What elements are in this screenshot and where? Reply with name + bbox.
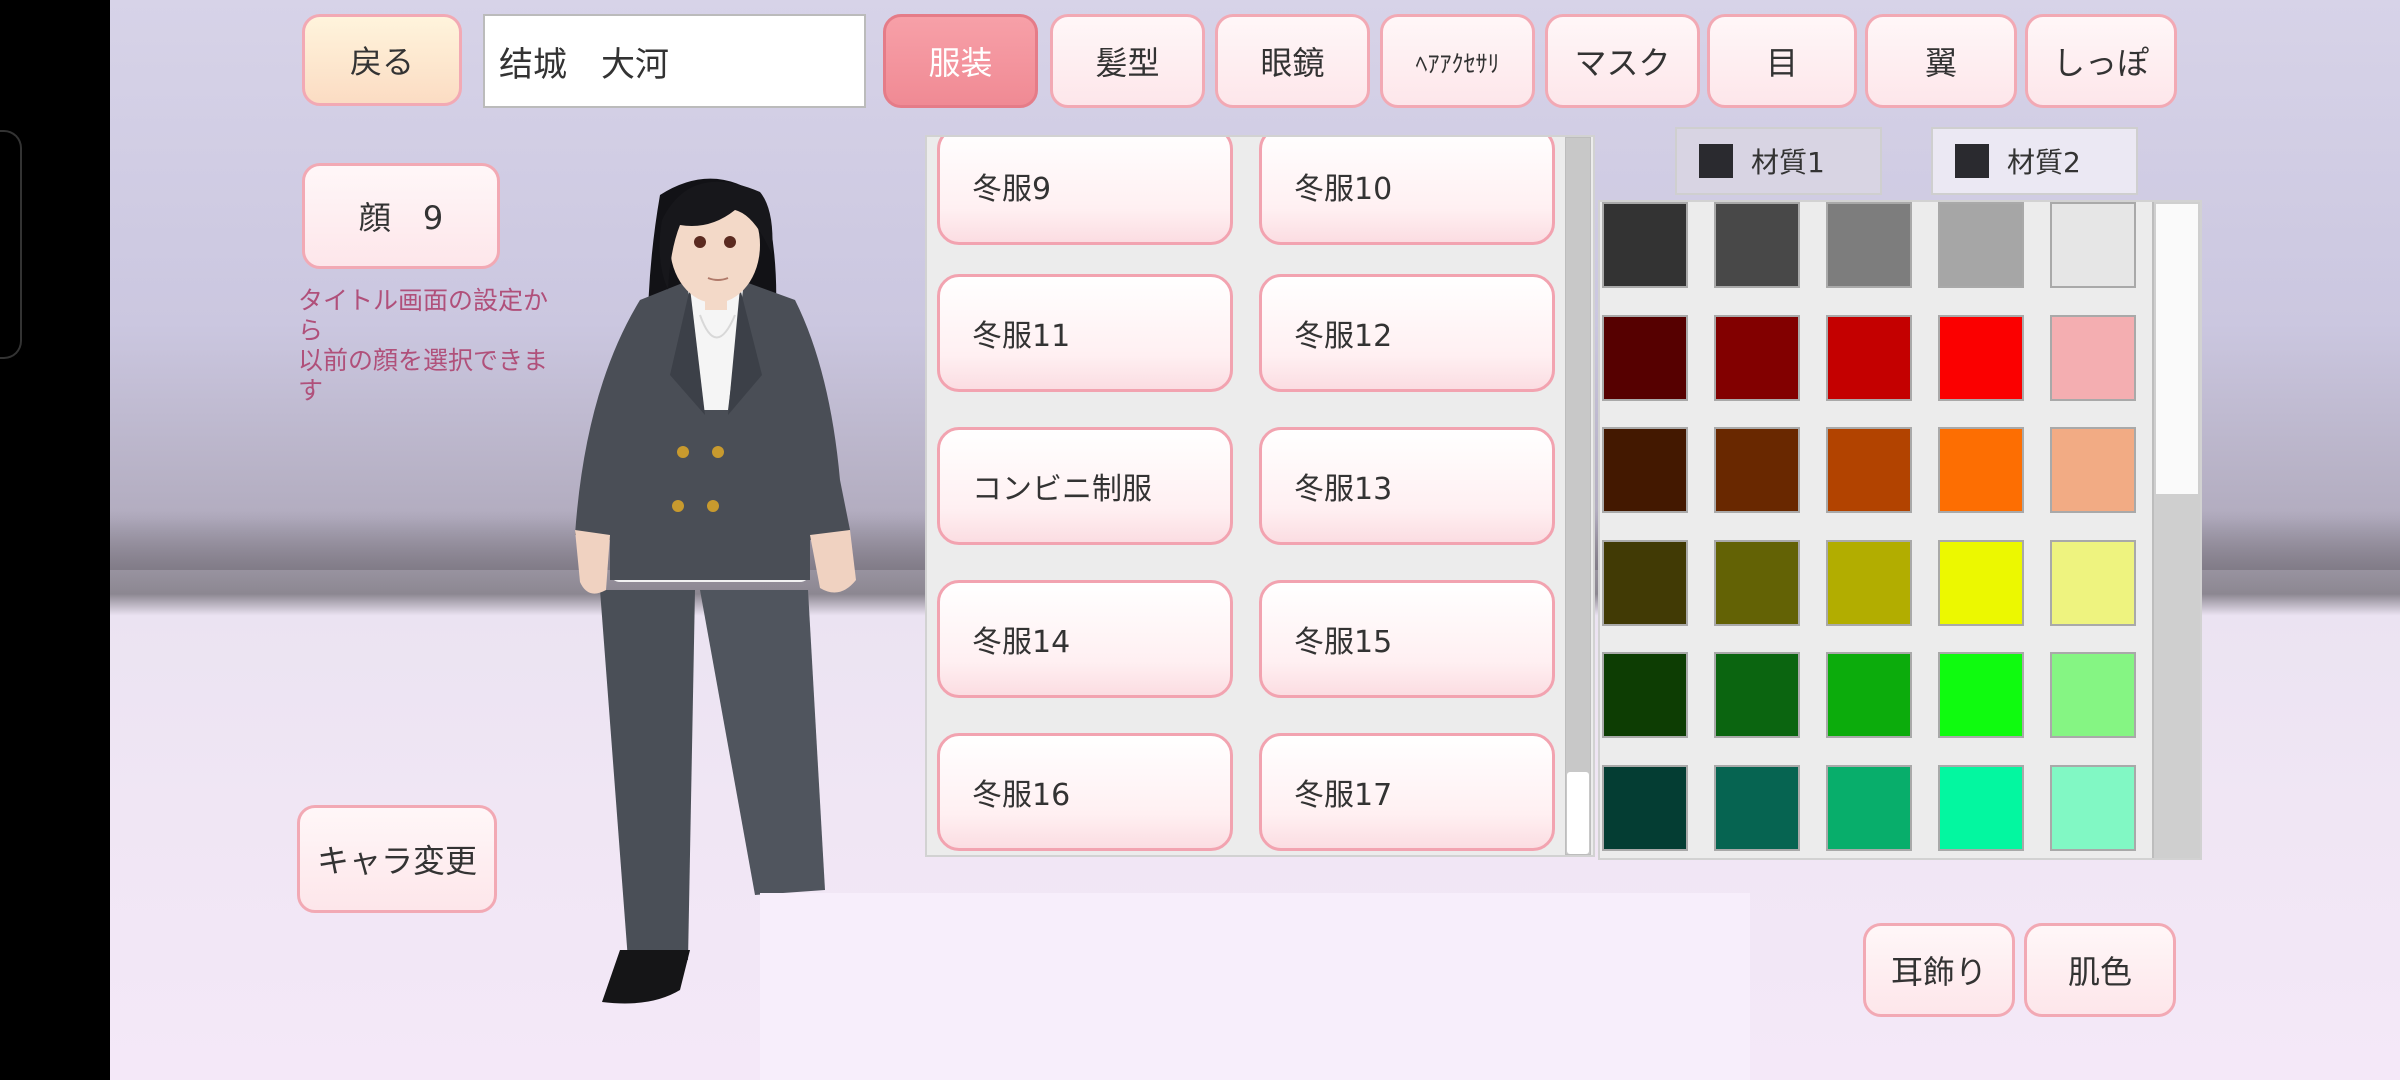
color-swatch[interactable] (1602, 765, 1688, 851)
color-swatch[interactable] (1714, 652, 1800, 738)
category-tab-6[interactable]: 翼 (1865, 14, 2017, 108)
color-swatch[interactable] (1938, 765, 2024, 851)
face-button[interactable]: 顔 9 (302, 163, 500, 269)
color-swatch[interactable] (2050, 427, 2136, 513)
color-swatch[interactable] (1826, 315, 1912, 401)
color-swatch[interactable] (1714, 540, 1800, 626)
color-swatch[interactable] (1938, 652, 2024, 738)
category-tab-3[interactable]: ﾍｱｱｸｾｻﾘ (1380, 14, 1535, 108)
costume-item[interactable]: 冬服13 (1259, 427, 1555, 545)
material1-tab[interactable]: 材質1 (1675, 127, 1882, 195)
color-swatch[interactable] (1714, 427, 1800, 513)
costume-item[interactable]: 冬服9 (937, 137, 1233, 245)
costume-item[interactable]: 冬服10 (1259, 137, 1555, 245)
change-character-button[interactable]: キャラ変更 (297, 805, 497, 913)
color-swatch[interactable] (1938, 540, 2024, 626)
character-name-field[interactable]: 结城 大河 (483, 14, 866, 108)
color-swatch[interactable] (1714, 765, 1800, 851)
earring-button[interactable]: 耳飾り (1863, 923, 2015, 1017)
color-swatch[interactable] (1938, 202, 2024, 288)
category-tab-1[interactable]: 髪型 (1050, 14, 1205, 108)
color-swatch[interactable] (1602, 315, 1688, 401)
color-swatch[interactable] (1826, 652, 1912, 738)
color-swatch[interactable] (1826, 765, 1912, 851)
skin-color-button[interactable]: 肌色 (2024, 923, 2176, 1017)
category-tab-0[interactable]: 服装 (883, 14, 1038, 108)
costume-scrollbar-thumb[interactable] (1567, 772, 1589, 854)
color-swatch[interactable] (1602, 540, 1688, 626)
color-swatch[interactable] (2050, 765, 2136, 851)
material2-label: 材質2 (2007, 146, 2081, 179)
screen-notch (0, 130, 22, 359)
costume-item[interactable]: 冬服12 (1259, 274, 1555, 392)
costume-list: 冬服9 冬服10 冬服11 冬服12 コンビニ制服 冬服13 冬服14 冬服15 冬服16 冬服1… (925, 135, 1595, 857)
costume-item[interactable]: コンビニ制服 (937, 427, 1233, 545)
costume-scrollbar[interactable] (1565, 137, 1591, 855)
costume-item[interactable]: 冬服14 (937, 580, 1233, 698)
color-swatch[interactable] (2050, 540, 2136, 626)
costume-item[interactable]: 冬服17 (1259, 733, 1555, 851)
color-swatch[interactable] (1826, 427, 1912, 513)
color-swatch[interactable] (1602, 652, 1688, 738)
category-tab-5[interactable]: 目 (1707, 14, 1857, 108)
costume-item[interactable]: 冬服15 (1259, 580, 1555, 698)
palette-scrollbar-thumb[interactable] (2156, 204, 2198, 494)
color-swatch[interactable] (2050, 315, 2136, 401)
material1-label: 材質1 (1751, 146, 1825, 179)
category-tab-7[interactable]: しっぽ (2025, 14, 2177, 108)
category-tab-4[interactable]: マスク (1545, 14, 1700, 108)
color-swatch[interactable] (2050, 202, 2136, 288)
material2-color-swatch (1955, 144, 1989, 178)
color-swatch[interactable] (1714, 315, 1800, 401)
blank-overlay (760, 893, 1750, 1080)
costume-item[interactable]: 冬服16 (937, 733, 1233, 851)
color-swatch[interactable] (1714, 202, 1800, 288)
category-tab-2[interactable]: 眼鏡 (1215, 14, 1370, 108)
color-swatch[interactable] (1826, 202, 1912, 288)
color-swatch[interactable] (1938, 315, 2024, 401)
color-swatch[interactable] (1602, 427, 1688, 513)
color-swatch[interactable] (1826, 540, 1912, 626)
material2-tab[interactable]: 材質2 (1931, 127, 2138, 195)
face-note: タイトル画面の設定から 以前の顔を選択できます (298, 286, 549, 405)
material1-color-swatch (1699, 144, 1733, 178)
costume-item[interactable]: 冬服11 (937, 274, 1233, 392)
color-swatch[interactable] (2050, 652, 2136, 738)
color-swatch[interactable] (1938, 427, 2024, 513)
color-swatch[interactable] (1602, 202, 1688, 288)
back-button[interactable]: 戻る (302, 14, 462, 106)
color-palette (1598, 200, 2202, 860)
